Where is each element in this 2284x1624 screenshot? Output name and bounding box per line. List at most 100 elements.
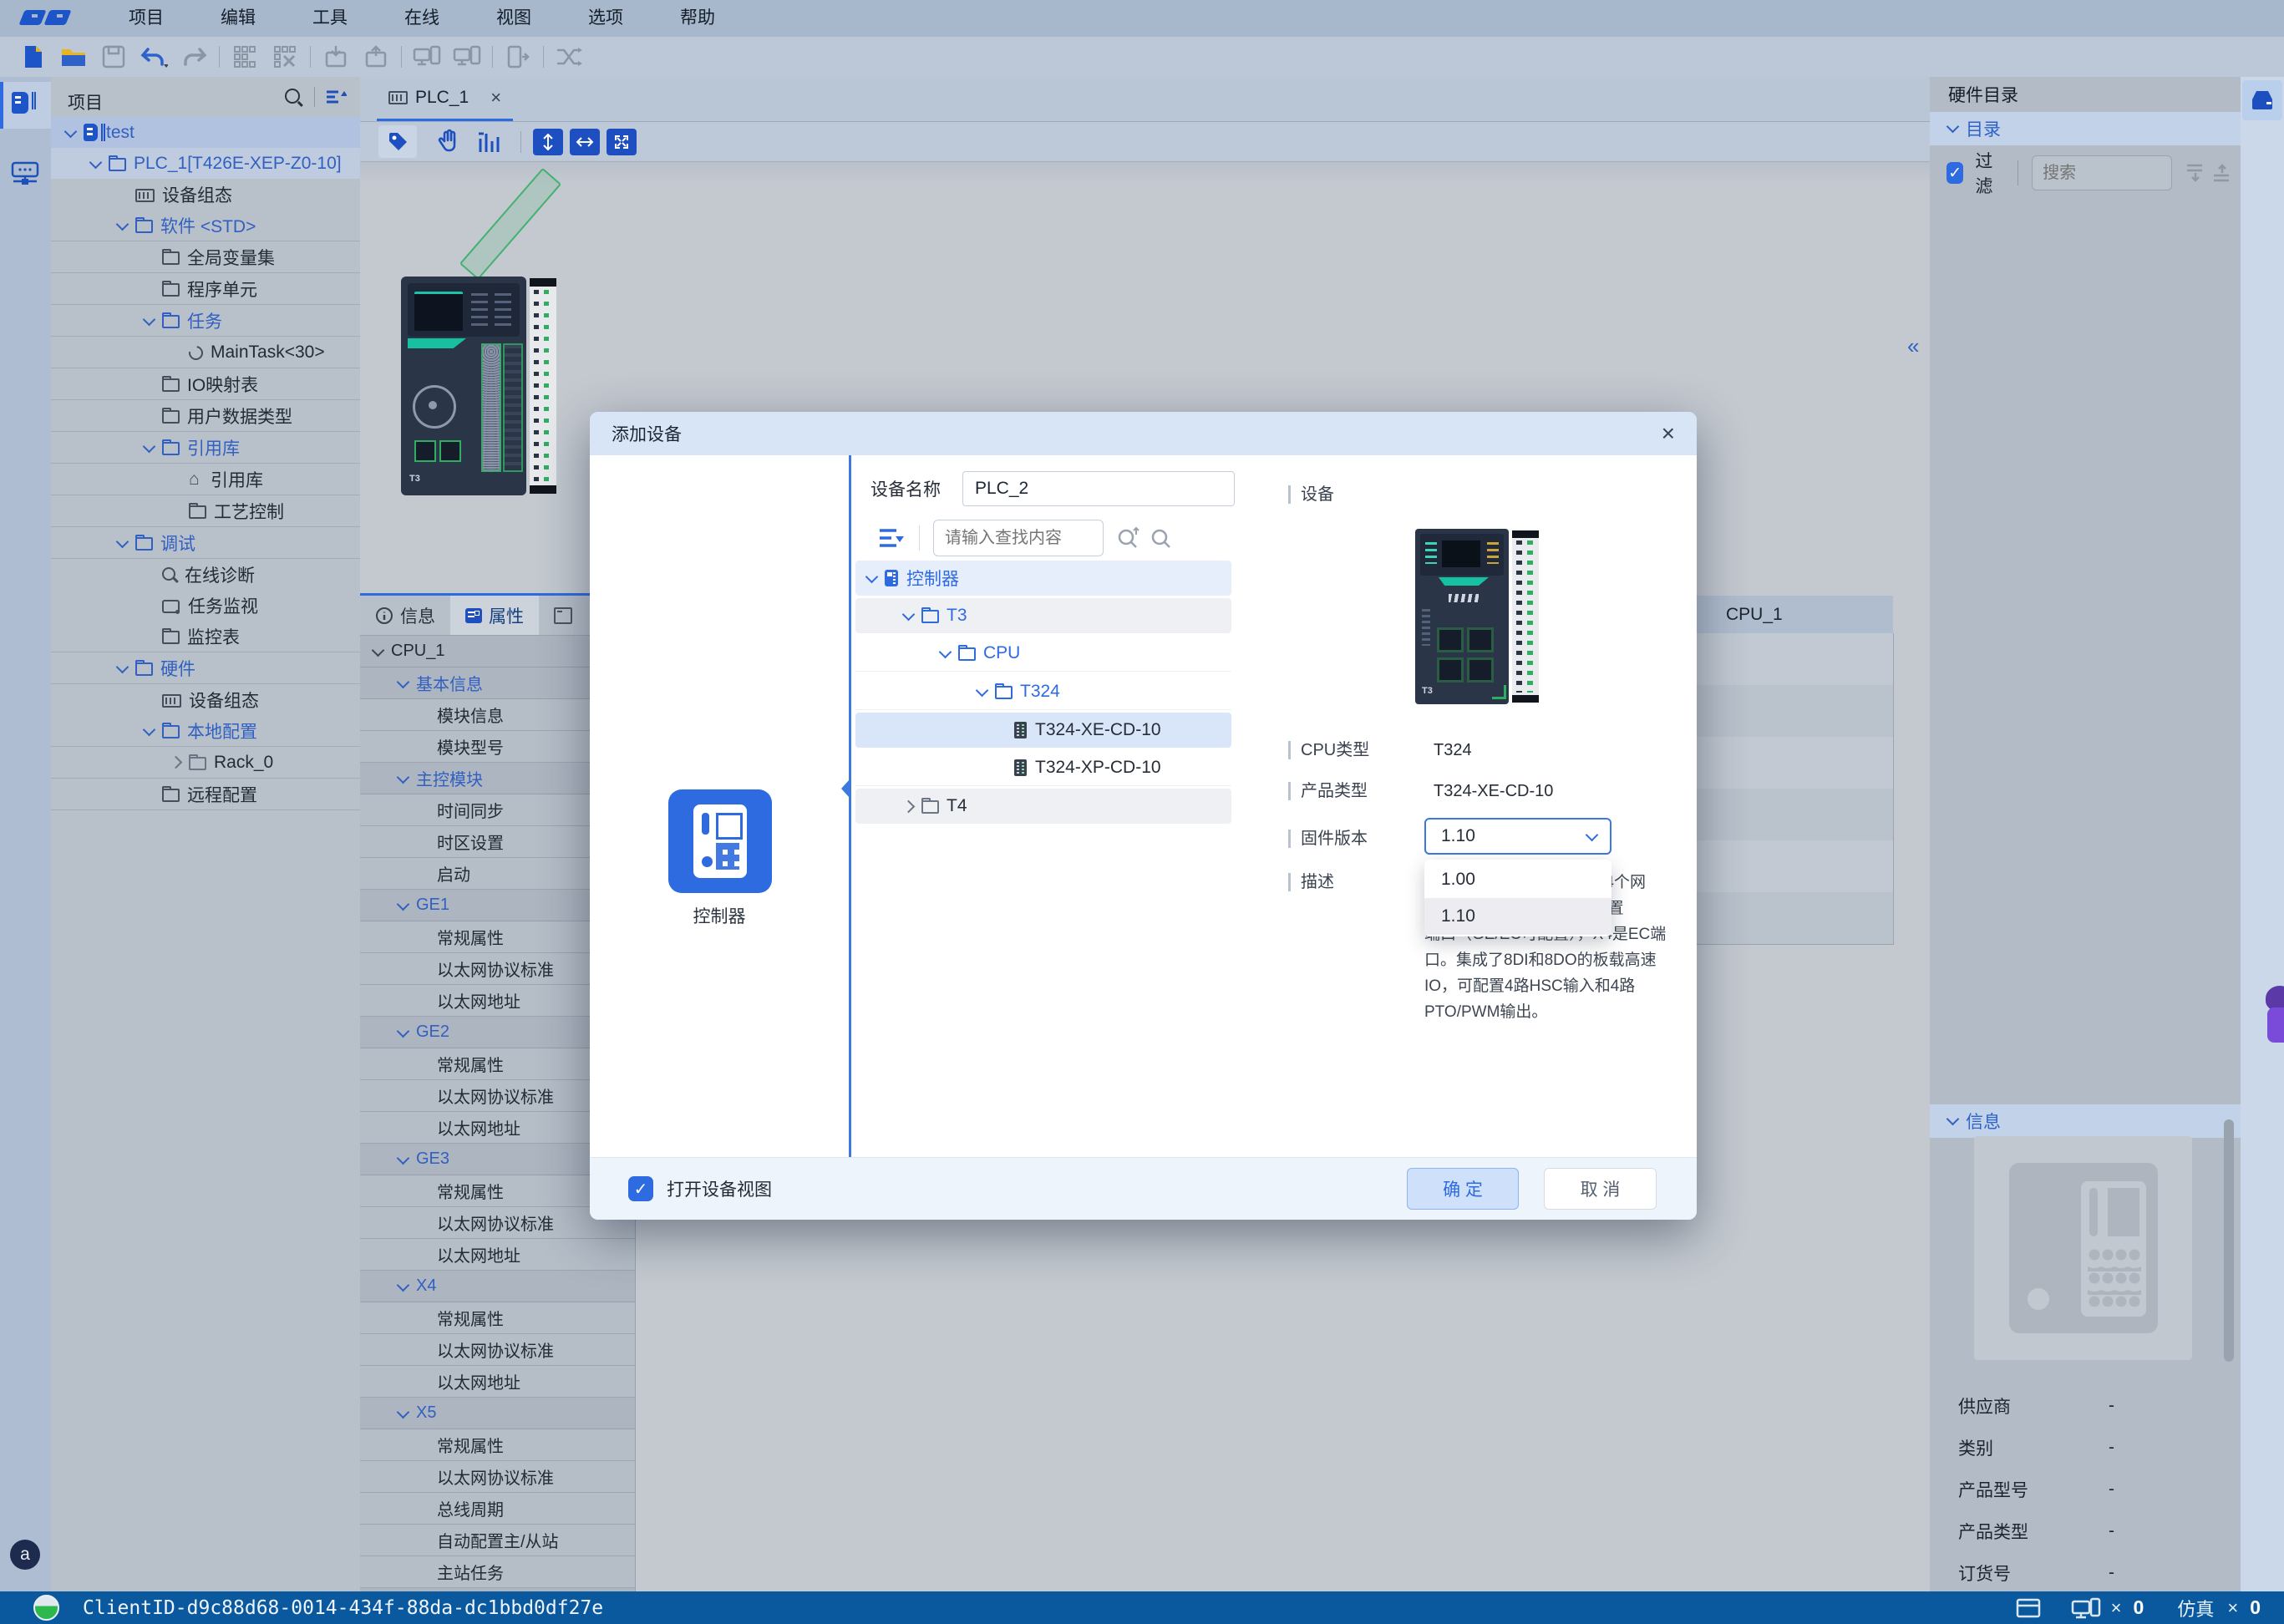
menu-item-project[interactable]: 项目 [100,0,192,37]
firmware-option-100[interactable]: 1.00 [1424,861,1611,898]
prop-row[interactable]: X5 [360,1398,635,1429]
prop-row[interactable]: 常规属性 [360,1302,635,1334]
sort-list-icon[interactable] [325,88,347,106]
info-scrollbar[interactable] [2224,1119,2234,1362]
prop-row[interactable]: 以太网地址 [360,1239,635,1271]
menu-item-edit[interactable]: 编辑 [192,0,284,37]
tree-item-watch-table[interactable]: 监控表 [51,621,360,652]
plc-device-graphic[interactable]: T3 [401,277,598,495]
tree-item-io-map[interactable]: IO映射表 [51,368,360,400]
fit-horizontal-icon[interactable] [570,129,600,155]
tree-item-device-config[interactable]: 设备组态 [51,179,360,210]
tab-extra[interactable] [539,596,587,635]
dialog-header[interactable]: 添加设备 × [590,412,1697,455]
tree-item-debug[interactable]: 调试 [51,527,360,559]
grid-config-delete-icon[interactable] [271,43,299,71]
fit-vertical-icon[interactable] [533,129,563,155]
tab-properties[interactable]: 属性 [450,596,539,635]
tree-item-rack0[interactable]: Rack_0 [51,747,360,779]
menu-item-options[interactable]: 选项 [560,0,652,37]
catalog-item-t324-xe[interactable]: T324-XE-CD-10 [855,713,1231,748]
device-tree-search-input[interactable] [933,520,1104,556]
firmware-select[interactable]: 1.10 [1424,818,1611,855]
select-tag-tool[interactable] [378,125,417,158]
filter-sort-icon[interactable] [877,525,906,551]
fit-screen-icon[interactable] [607,129,637,155]
catalog-search-input[interactable] [2032,155,2172,190]
ok-button[interactable]: 确 定 [1407,1168,1519,1210]
online-compare-icon[interactable] [413,43,441,71]
search-icon[interactable] [285,89,300,104]
prop-row[interactable]: 以太网协议标准 [360,1334,635,1366]
tab-info[interactable]: 信息 [360,596,450,635]
tree-item-hardware[interactable]: 硬件 [51,652,360,684]
splitter-collapse-icon[interactable] [841,779,850,798]
tree-item-ref-lib[interactable]: 引用库 [51,432,360,464]
catalog-item-controller[interactable]: 控制器 [855,561,1231,596]
tree-item-user-types[interactable]: 用户数据类型 [51,400,360,432]
firmware-option-110[interactable]: 1.10 [1424,898,1611,935]
statistics-tool[interactable] [475,128,503,156]
collapse-panel-button[interactable]: « [1907,333,1919,359]
save-icon[interactable] [99,43,128,71]
catalog-item-t324[interactable]: T324 [855,674,1231,710]
catalog-item-t4[interactable]: T4 [855,789,1231,824]
tree-item-local-config[interactable]: 本地配置 [51,715,360,747]
filter-checkbox[interactable]: ✓ [1946,162,1963,184]
cancel-button[interactable]: 取 消 [1544,1168,1657,1210]
search-up-icon[interactable] [1115,525,1142,551]
catalog-item-t3[interactable]: T3 [855,598,1231,633]
tree-item-online-diag[interactable]: 在线诊断 [51,559,360,590]
menu-item-view[interactable]: 视图 [468,0,560,37]
crossover-icon[interactable] [555,43,583,71]
redo-icon[interactable] [180,43,208,71]
dialog-close-icon[interactable]: × [1662,422,1675,445]
window-layout-icon[interactable] [2016,1597,2041,1619]
prop-row[interactable]: 自动配置主/从站 [360,1525,635,1556]
tree-item-global-vars[interactable]: 全局变量集 [51,241,360,273]
prop-row[interactable]: 总线周期 [360,1493,635,1525]
assistant-badge[interactable]: a [10,1540,40,1570]
prop-row[interactable]: 以太网协议标准 [360,1461,635,1493]
tree-item-ref-lib-child[interactable]: ⌂引用库 [51,464,360,495]
search-down-icon[interactable] [1149,525,1174,551]
undo-icon[interactable] [140,43,168,71]
category-tile-controller[interactable] [668,789,772,893]
device-run-icon[interactable] [504,43,532,71]
prop-row[interactable]: X4 [360,1271,635,1302]
tree-item-software[interactable]: 软件 <STD> [51,210,360,241]
catalog-section-header[interactable]: 目录 [1930,112,2241,145]
tree-item-plc1[interactable]: PLC_1[T426E-XEP-Z0-10] [51,148,360,179]
download-to-device-icon[interactable] [322,43,350,71]
expand-all-icon[interactable] [2184,162,2202,184]
prop-row[interactable]: 主站任务 [360,1556,635,1588]
catalog-item-t324-xp[interactable]: T324-XP-CD-10 [855,750,1231,786]
prop-row[interactable]: 以太网地址 [360,1366,635,1398]
tab-close-icon[interactable]: × [490,87,501,109]
tree-item-tasks[interactable]: 任务 [51,305,360,337]
device-name-input[interactable] [962,471,1235,506]
hardware-drive-icon[interactable] [2242,80,2282,120]
tree-item-program-units[interactable]: 程序单元 [51,273,360,305]
online-sync-icon[interactable] [453,43,481,71]
upload-from-device-icon[interactable] [362,43,390,71]
pan-hand-tool[interactable] [434,128,463,156]
menu-item-online[interactable]: 在线 [376,0,468,37]
tree-item-test[interactable]: test [51,117,360,148]
project-library-icon[interactable] [12,92,37,118]
open-project-icon[interactable] [59,43,88,71]
dialog-splitter[interactable] [849,455,851,1157]
collapse-all-icon[interactable] [2210,162,2229,184]
tree-item-remote-config[interactable]: 远程配置 [51,779,360,810]
tree-item-task-monitor[interactable]: 任务监视 [51,590,360,621]
tree-item-tech-control[interactable]: 工艺控制 [51,495,360,527]
menu-item-help[interactable]: 帮助 [652,0,744,37]
tree-item-device-config2[interactable]: 设备组态 [51,684,360,715]
connected-devices-icon[interactable] [2071,1596,2101,1620]
open-device-view-checkbox[interactable]: ✓ [628,1176,653,1201]
new-file-icon[interactable] [19,43,48,71]
tab-plc1[interactable]: PLC_1 × [377,77,513,121]
catalog-empty-area[interactable] [1930,200,2241,1104]
grid-config-icon[interactable] [231,43,259,71]
network-config-icon[interactable] [10,160,40,193]
